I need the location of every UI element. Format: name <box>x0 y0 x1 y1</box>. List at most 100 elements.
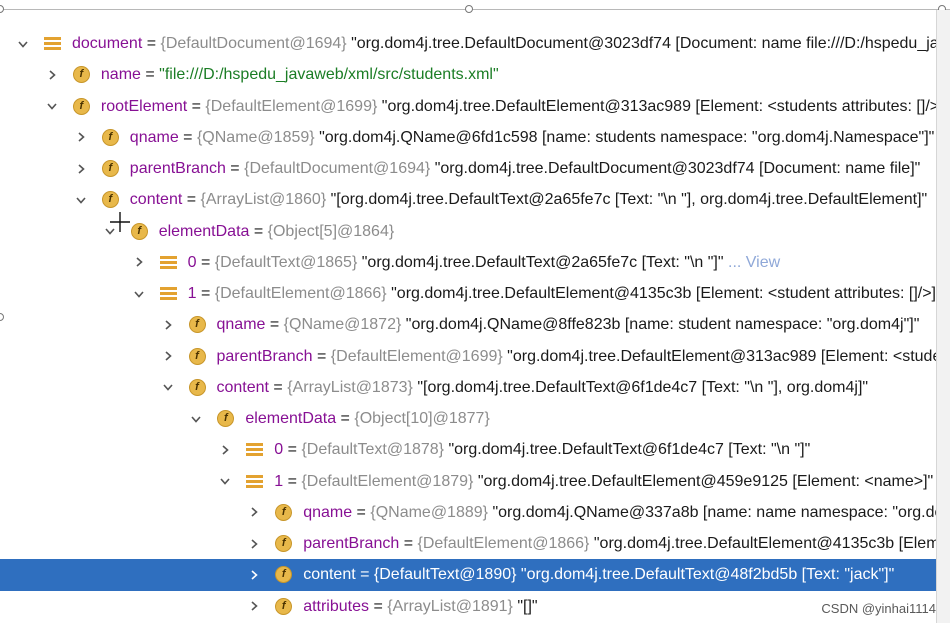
variable-name: rootElement <box>100 97 188 115</box>
chevron-right-icon[interactable] <box>247 497 261 528</box>
variable-type: {DefaultElement@1699} <box>330 347 503 365</box>
variable-value: "org.dom4j.tree.DefaultText@6f1de4c7 [Te… <box>448 441 811 459</box>
variable-name: elementData <box>158 222 250 240</box>
tree-row[interactable]: 1 = {DefaultElement@1866} "org.dom4j.tre… <box>0 278 936 309</box>
chevron-down-icon[interactable] <box>161 372 175 403</box>
chevron-right-icon[interactable] <box>247 559 261 590</box>
variable-value: "org.dom4j.QName@337a8b [name: name name… <box>492 503 936 521</box>
tree-row[interactable]: f qname = {QName@1859} "org.dom4j.QName@6… <box>0 122 936 153</box>
array-icon <box>159 254 177 271</box>
variable-name: parentBranch <box>129 160 226 177</box>
tree-row[interactable]: f attributes = {ArrayList@1891} "[]" <box>0 591 936 622</box>
tree-row-text: parentBranch = {DefaultElement@1699} "or… <box>217 341 937 372</box>
right-gutter <box>936 10 950 623</box>
tree-row-text: elementData = {Object[5]@1864} <box>158 222 395 240</box>
variable-type: {DefaultElement@1699} <box>205 97 378 115</box>
variable-value: "org.dom4j.tree.DefaultElement@313ac989 … <box>507 347 936 365</box>
field-icon: f <box>217 410 235 427</box>
crosshair-cursor-icon <box>110 212 130 232</box>
field-icon: f <box>275 503 293 521</box>
variable-name: 0 <box>274 441 284 459</box>
tree-row-text: document = {DefaultDocument@1694} "org.d… <box>72 28 936 59</box>
variables-tree: document = {DefaultDocument@1694} "org.d… <box>0 28 936 622</box>
chevron-down-icon[interactable] <box>189 403 203 434</box>
chevron-down-icon[interactable] <box>16 28 30 59</box>
chevron-right-icon[interactable] <box>161 341 175 372</box>
field-icon: f <box>72 97 90 115</box>
tree-row[interactable]: 0 = {DefaultText@1878} "org.dom4j.tree.D… <box>0 434 936 465</box>
field-icon: f <box>275 535 293 552</box>
tree-row-text: rootElement = {DefaultElement@1699} "org… <box>101 91 936 122</box>
chevron-right-icon[interactable] <box>132 247 146 278</box>
tree-row[interactable]: 1 = {DefaultElement@1879} "org.dom4j.tre… <box>0 466 936 497</box>
variable-value: "org.dom4j.tree.DefaultElement@313ac989 … <box>381 97 936 115</box>
chevron-right-icon[interactable] <box>74 153 88 184</box>
chevron-right-icon[interactable] <box>247 528 261 559</box>
tree-row[interactable]: f qname = {QName@1872} "org.dom4j.QName@8… <box>0 309 936 340</box>
tree-row[interactable]: f parentBranch = {DefaultElement@1866} "o… <box>0 528 936 559</box>
chevron-right-icon[interactable] <box>218 434 232 465</box>
chevron-down-icon[interactable] <box>45 91 59 122</box>
chevron-right-icon[interactable] <box>45 59 59 90</box>
tree-row[interactable]: f parentBranch = {DefaultDocument@1694} "… <box>0 153 936 184</box>
variable-name: document <box>72 35 143 52</box>
array-icon <box>159 285 177 302</box>
variable-name: content <box>129 191 183 209</box>
tree-row-text: 0 = {DefaultText@1865} "org.dom4j.tree.D… <box>187 253 781 271</box>
tree-row-text: elementData = {Object[10]@1877} <box>245 410 490 427</box>
variable-type: {DefaultText@1890} <box>373 566 517 584</box>
tree-row[interactable]: f content = {ArrayList@1860} "[org.dom4j.… <box>0 184 936 215</box>
array-icon <box>44 35 61 52</box>
tree-row[interactable]: f content = {ArrayList@1873} "[org.dom4j.… <box>0 372 936 403</box>
variable-type: {DefaultElement@1866} <box>214 285 387 302</box>
variable-type: {ArrayList@1891} <box>387 597 513 615</box>
variable-type: {Object[5]@1864} <box>267 222 395 240</box>
resize-handle-top-left[interactable] <box>0 5 4 13</box>
tree-row-text: qname = {QName@1889} "org.dom4j.QName@33… <box>303 497 936 528</box>
chevron-right-icon[interactable] <box>247 591 261 622</box>
resize-handle-top-center[interactable] <box>465 5 473 13</box>
variable-type: {ArrayList@1860} <box>200 191 327 209</box>
variable-name: 0 <box>187 253 197 271</box>
variable-type: {QName@1872} <box>283 316 402 334</box>
tree-row[interactable]: f elementData = {Object[10]@1877} <box>0 403 936 434</box>
chevron-right-icon[interactable] <box>74 122 88 153</box>
variable-name: 1 <box>274 472 284 490</box>
chevron-down-icon[interactable] <box>74 184 88 215</box>
variable-name: parentBranch <box>303 535 400 552</box>
variable-value: "[org.dom4j.tree.DefaultText@6f1de4c7 [T… <box>417 378 869 396</box>
chevron-down-icon[interactable] <box>132 278 146 309</box>
variable-value: "org.dom4j.tree.DefaultDocument@3023df74… <box>434 160 921 177</box>
variable-value: "file:///D:/hspedu_javaweb/xml/src/stude… <box>159 66 499 84</box>
tree-row[interactable]: 0 = {DefaultText@1865} "org.dom4j.tree.D… <box>0 247 936 278</box>
variable-value: "org.dom4j.QName@6fd1c598 [name: student… <box>319 128 935 146</box>
field-icon: f <box>130 222 148 240</box>
view-link[interactable]: ... View <box>728 254 780 271</box>
tree-row[interactable]: f qname = {QName@1889} "org.dom4j.QName@3… <box>0 497 936 528</box>
array-icon <box>246 473 264 490</box>
variable-name: qname <box>129 128 179 146</box>
tree-row[interactable]: document = {DefaultDocument@1694} "org.d… <box>0 28 936 59</box>
variable-value: "org.dom4j.QName@8ffe823b [name: student… <box>405 316 920 334</box>
tree-row-text: content = {ArrayList@1873} "[org.dom4j.t… <box>216 378 869 396</box>
tree-row[interactable]: f content = {DefaultText@1890} "org.dom4j… <box>0 559 936 591</box>
variable-name: attributes <box>303 597 369 615</box>
window-top-border <box>0 0 950 10</box>
chevron-right-icon[interactable] <box>161 309 175 340</box>
tree-row[interactable]: f rootElement = {DefaultElement@1699} "or… <box>0 91 936 122</box>
chevron-down-icon[interactable] <box>218 466 232 497</box>
tree-row-text: content = {DefaultText@1890} "org.dom4j.… <box>303 566 895 584</box>
field-icon: f <box>275 597 293 615</box>
field-icon: f <box>72 66 90 84</box>
variable-type: {DefaultDocument@1694} <box>244 160 431 177</box>
tree-row-text: 1 = {DefaultElement@1879} "org.dom4j.tre… <box>274 472 934 490</box>
tree-row[interactable]: f name = "file:///D:/hspedu_javaweb/xml/s… <box>0 59 936 90</box>
tree-row-text: parentBranch = {DefaultDocument@1694} "o… <box>129 160 921 177</box>
variable-type: {DefaultText@1878} <box>301 441 444 459</box>
tree-row-text: qname = {QName@1859} "org.dom4j.QName@6f… <box>129 128 935 146</box>
tree-row-text: 0 = {DefaultText@1878} "org.dom4j.tree.D… <box>274 441 811 459</box>
field-icon: f <box>188 347 206 365</box>
variable-type: {DefaultElement@1879} <box>301 472 474 490</box>
tree-row[interactable]: f parentBranch = {DefaultElement@1699} "o… <box>0 341 936 372</box>
tree-row[interactable]: f elementData = {Object[5]@1864} <box>0 216 936 247</box>
